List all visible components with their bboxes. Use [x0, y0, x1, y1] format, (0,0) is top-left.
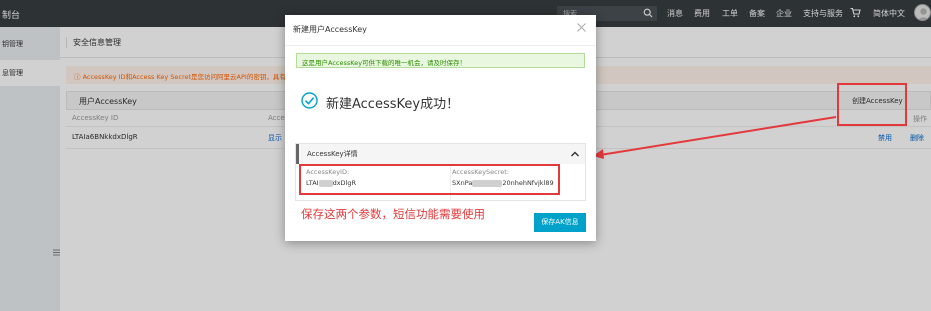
new-accesskey-dialog: 新建用户AccessKey 这是用户AccessKey可供下载的唯一机会，请及时… [285, 15, 596, 241]
check-circle-icon [301, 92, 318, 109]
details-panel-header: AccessKey详情 [296, 144, 585, 164]
download-tip-text: 这是用户AccessKey可供下载的唯一机会，请及时保存！ [302, 59, 467, 67]
highlight-create-button-box [837, 83, 907, 126]
details-panel-title: AccessKey详情 [307, 150, 358, 158]
highlight-credentials-box [299, 164, 560, 195]
close-icon[interactable] [577, 23, 586, 32]
annotation-note: 保存这两个参数，短信功能需要使用 [301, 207, 485, 221]
success-heading: 新建AccessKey成功！ [326, 97, 460, 112]
chevron-up-icon[interactable] [565, 144, 585, 164]
dialog-title: 新建用户AccessKey [293, 25, 367, 34]
annotation-arrow-icon [593, 116, 837, 159]
save-ak-info-button[interactable]: 保存AK信息 [534, 213, 586, 232]
download-tip-banner: 这是用户AccessKey可供下载的唯一机会，请及时保存！ [296, 53, 585, 68]
dialog-divider [285, 45, 596, 46]
